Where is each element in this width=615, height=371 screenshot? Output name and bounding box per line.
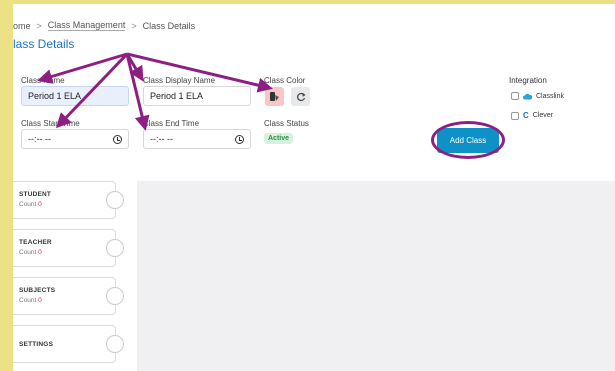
sidebar-item-teacher[interactable]: TEACHER Count 0 bbox=[13, 229, 124, 267]
class-status-label: Class Status bbox=[264, 119, 309, 128]
sidebar-item-settings[interactable]: SETTINGS bbox=[13, 325, 124, 363]
sidebar-item-student[interactable]: STUDENT Count 0 bbox=[13, 181, 124, 219]
class-display-name-value: Period 1 ELA bbox=[150, 91, 204, 101]
color-picker-icon bbox=[270, 92, 279, 101]
class-start-time-label: Class Start Time bbox=[21, 119, 80, 128]
reset-color-button[interactable] bbox=[291, 87, 310, 106]
expand-toggle[interactable] bbox=[106, 335, 124, 353]
integration-clever[interactable]: C Clever bbox=[511, 111, 553, 120]
integration-classlink[interactable]: Classlink bbox=[511, 92, 564, 100]
sidebar-item-label: SUBJECTS bbox=[19, 287, 56, 294]
page-title: lass Details bbox=[13, 37, 75, 51]
status-badge: Active bbox=[264, 133, 294, 144]
expand-toggle[interactable] bbox=[106, 191, 124, 209]
sidebar-item-count: Count 0 bbox=[19, 249, 42, 256]
annotation-circle bbox=[431, 121, 505, 159]
breadcrumb-class-management[interactable]: Class Management bbox=[47, 20, 126, 31]
expand-toggle[interactable] bbox=[106, 287, 124, 305]
breadcrumb-home[interactable]: ome bbox=[13, 21, 31, 31]
clock-icon[interactable] bbox=[235, 134, 244, 144]
end-time-value: --:-- -- bbox=[150, 134, 173, 144]
breadcrumb: ome > Class Management > Class Details bbox=[13, 20, 195, 31]
clever-checkbox[interactable] bbox=[511, 111, 519, 120]
breadcrumb-current: Class Details bbox=[142, 20, 196, 31]
start-time-value: --:-- -- bbox=[28, 134, 51, 144]
clever-c-icon: C bbox=[523, 111, 529, 120]
sidebar-item-label: SETTINGS bbox=[19, 341, 54, 348]
sidebar-item-label: STUDENT bbox=[19, 191, 52, 198]
clever-label: Clever bbox=[532, 112, 554, 119]
class-end-time-input[interactable]: --:-- -- bbox=[143, 129, 251, 149]
sidebar-item-label: TEACHER bbox=[19, 239, 52, 246]
sidebar-item-count: Count 0 bbox=[19, 297, 42, 304]
sidebar-item-subjects[interactable]: SUBJECTS Count 0 bbox=[13, 277, 124, 315]
refresh-icon bbox=[296, 92, 306, 101]
color-picker-button[interactable] bbox=[265, 87, 284, 106]
cloud-icon bbox=[523, 93, 532, 99]
sidebar-item-count: Count 0 bbox=[19, 201, 42, 208]
app-window: ome > Class Management > Class Details l… bbox=[13, 4, 615, 371]
breadcrumb-separator: > bbox=[36, 20, 42, 31]
breadcrumb-separator: > bbox=[131, 20, 137, 31]
classlink-checkbox[interactable] bbox=[511, 92, 519, 100]
class-display-name-input[interactable]: Period 1 ELA bbox=[143, 86, 251, 106]
class-name-value: Period 1 ELA bbox=[28, 91, 82, 101]
expand-toggle[interactable] bbox=[106, 239, 124, 257]
class-start-time-input[interactable]: --:-- -- bbox=[21, 129, 129, 149]
class-end-time-label: Class End Time bbox=[143, 119, 200, 128]
clock-icon[interactable] bbox=[113, 134, 122, 144]
class-name-input[interactable]: Period 1 ELA bbox=[21, 86, 129, 106]
integration-title: Integration bbox=[509, 76, 547, 85]
class-display-name-label: Class Display Name bbox=[143, 76, 216, 85]
class-name-label: Class Name bbox=[21, 76, 65, 85]
main-content-area bbox=[137, 181, 615, 371]
classlink-label: Classlink bbox=[536, 92, 565, 100]
class-color-label: Class Color bbox=[264, 76, 306, 85]
